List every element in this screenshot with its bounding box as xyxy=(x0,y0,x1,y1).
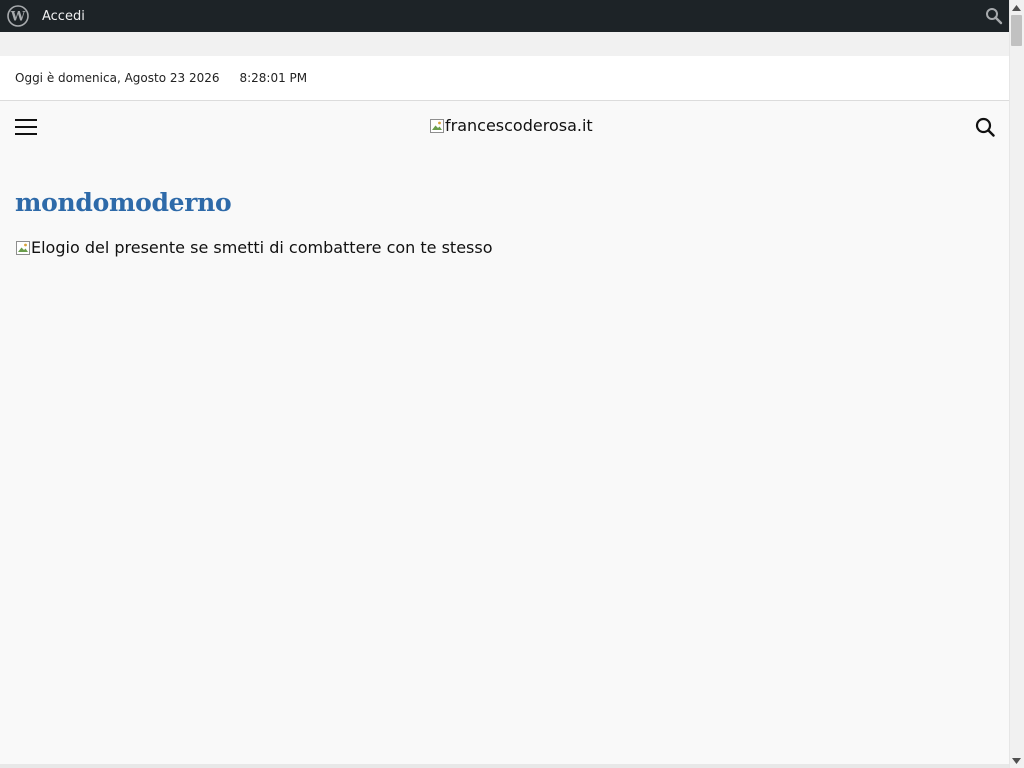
broken-image-icon xyxy=(15,240,31,256)
scrollbar-thumb[interactable] xyxy=(1011,15,1022,46)
post-featured-image[interactable]: Elogio del presente se smetti di combatt… xyxy=(15,238,493,257)
current-date: Oggi è domenica, Agosto 23 2026 xyxy=(15,71,220,85)
post-image-alt-text: Elogio del presente se smetti di combatt… xyxy=(31,238,493,257)
search-icon[interactable] xyxy=(975,117,995,137)
page-bottom-edge xyxy=(0,764,1009,768)
vertical-scrollbar[interactable] xyxy=(1009,0,1024,768)
wordpress-logo-icon[interactable]: W xyxy=(0,0,36,32)
date-time-bar: Oggi è domenica, Agosto 23 2026 8:28:01 … xyxy=(0,56,1009,101)
admin-bar: W Accedi xyxy=(0,0,1009,32)
search-icon[interactable] xyxy=(985,7,1003,25)
top-spacer xyxy=(0,32,1009,56)
archive-title: mondomoderno xyxy=(15,188,232,217)
broken-image-icon xyxy=(429,118,445,134)
site-logo[interactable]: francescoderosa.it xyxy=(429,116,593,135)
hamburger-menu-icon[interactable] xyxy=(15,119,37,135)
svg-text:W: W xyxy=(10,10,26,25)
site-header: francescoderosa.it xyxy=(0,101,1009,153)
login-link[interactable]: Accedi xyxy=(42,9,85,24)
site-logo-alt-text: francescoderosa.it xyxy=(445,116,593,135)
scroll-up-arrow-icon[interactable] xyxy=(1009,0,1024,15)
current-time: 8:28:01 PM xyxy=(239,71,308,85)
scroll-down-arrow-icon[interactable] xyxy=(1009,753,1024,768)
